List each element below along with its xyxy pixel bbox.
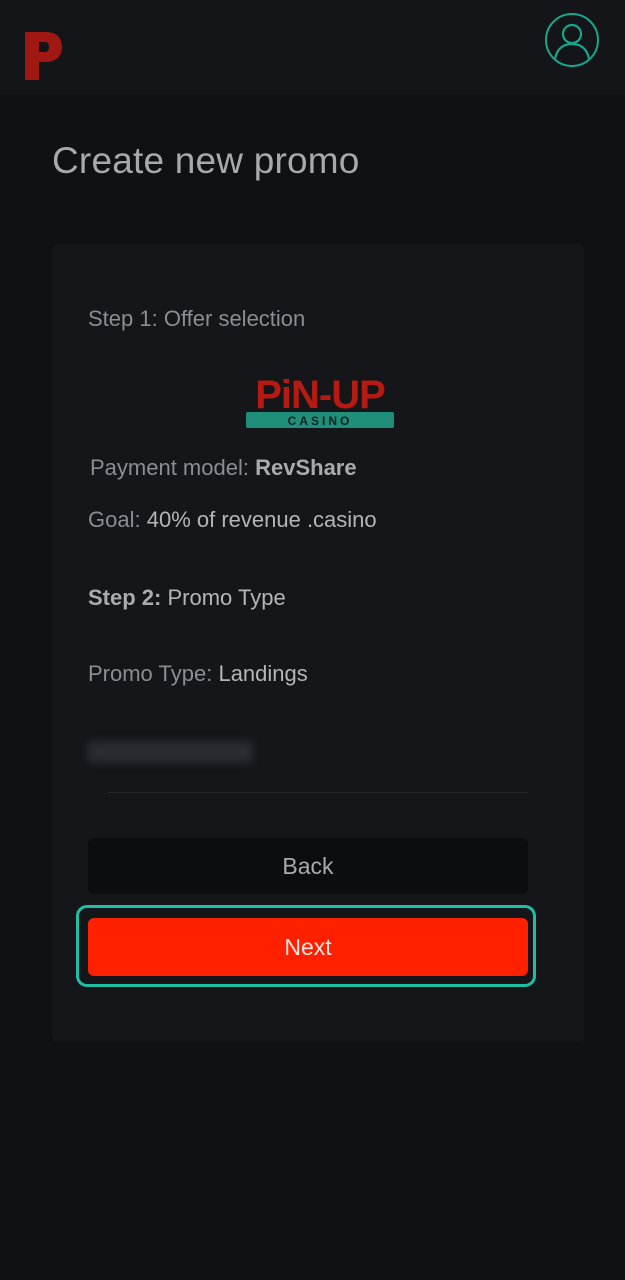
pinup-logo-icon[interactable] — [22, 26, 64, 82]
back-button[interactable]: Back — [88, 838, 528, 894]
goal-row: Goal: 40% of revenue .casino — [88, 507, 377, 533]
payment-model-row: Payment model: RevShare — [90, 455, 357, 481]
user-avatar-button[interactable] — [545, 13, 599, 67]
page-title: Create new promo — [52, 140, 360, 181]
step2-label: Step 2: — [88, 585, 162, 610]
promo-type-row: Promo Type: Landings — [88, 661, 308, 687]
payment-model-label: Payment model: — [90, 455, 249, 480]
payment-model-value: RevShare — [255, 455, 357, 480]
user-avatar-icon — [553, 23, 591, 60]
blurred-placeholder — [88, 741, 253, 763]
next-button[interactable]: Next — [88, 918, 528, 976]
svg-text:CASINO: CASINO — [288, 414, 353, 428]
top-header — [0, 0, 625, 95]
promo-type-label: Promo Type: — [88, 661, 213, 686]
promo-wizard-card: Step 1: Offer selection PiN-UP CASINO Pa… — [52, 244, 584, 1042]
goal-value: 40% of revenue .casino — [146, 507, 377, 532]
promo-type-value: Landings — [218, 661, 308, 686]
goal-label: Goal: — [88, 507, 141, 532]
pinup-casino-logo: PiN-UP CASINO — [246, 373, 394, 428]
divider — [108, 792, 528, 793]
step1-label: Step 1: Offer selection — [88, 306, 306, 331]
svg-text:PiN-UP: PiN-UP — [255, 373, 385, 417]
step2-value: Promo Type — [167, 585, 286, 610]
step2-row: Step 2: Promo Type — [88, 585, 286, 611]
